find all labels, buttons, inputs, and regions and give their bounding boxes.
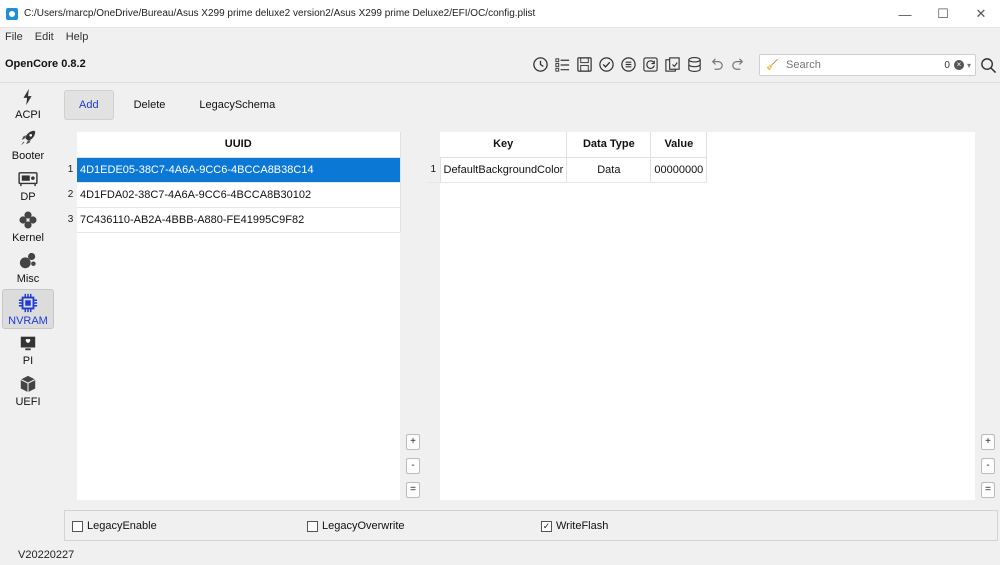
search-count: 0 [944,59,950,71]
bolt-icon [17,86,39,108]
misc-icon [17,250,39,272]
sidebar-item-nvram[interactable]: NVRAM [2,289,54,329]
app-icon [6,7,18,20]
cube-icon [17,373,39,395]
sidebar-item-label: NVRAM [8,315,48,327]
menu-help[interactable]: Help [66,31,89,43]
datatype-cell[interactable]: Data [566,157,652,183]
clear-icon[interactable]: × [953,60,964,70]
key-column-header[interactable]: Key [440,132,568,158]
key-cell[interactable]: DefaultBackgroundColor [440,157,568,183]
sidebar-item-pi[interactable]: PI [2,330,54,370]
writeflash-checkbox[interactable]: ✓ [541,520,552,532]
uuid-table: UUID 1 4D1EDE05-38C7-4A6A-9CC6-4BCCA8B38… [64,132,401,233]
search-icon[interactable] [978,54,998,76]
sidebar-item-label: Booter [11,150,45,162]
value-column-header[interactable]: Value [650,132,708,158]
maximize-button[interactable]: ☐ [924,0,962,28]
option-label: WriteFlash [556,520,609,532]
writeflash-option[interactable]: ✓ WriteFlash [541,520,608,532]
save-icon[interactable] [574,54,594,74]
tab-add[interactable]: Add [64,90,114,120]
table-corner [64,132,77,157]
menu-bar: File Edit Help [0,28,1000,46]
key-value-table: Key Data Type Value 1 DefaultBackgroundC… [427,132,708,183]
duplicate-row-button[interactable]: = [981,482,995,498]
table-row[interactable]: 3 7C436110-AB2A-4BBB-A880-FE41995C9F82 [64,207,401,233]
window-title: C:/Users/marcp/OneDrive/Bureau/Asus X299… [24,8,536,19]
option-label: LegacyOverwrite [322,520,405,532]
chevron-down-icon[interactable]: ▾ [967,61,971,70]
sidebar-item-label: Misc [16,273,40,285]
legacyoverwrite-checkbox[interactable] [307,520,318,532]
legacyenable-option[interactable]: LegacyEnable [72,520,157,532]
redo-icon[interactable] [728,54,748,74]
sidebar-item-booter[interactable]: Booter [2,125,54,165]
table-row[interactable]: 1 4D1EDE05-38C7-4A6A-9CC6-4BCCA8B38C14 [64,157,401,183]
table-corner [427,132,440,157]
title-bar: C:/Users/marcp/OneDrive/Bureau/Asus X299… [0,0,1000,28]
menu-file[interactable]: File [5,31,23,43]
add-row-button[interactable]: + [981,434,995,450]
add-row-button[interactable]: + [406,434,420,450]
close-button[interactable]: ✕ [962,0,1000,28]
sidebar-item-label: UEFI [15,396,41,408]
list-icon[interactable] [552,54,572,74]
sidebar-item-uefi[interactable]: UEFI [2,371,54,411]
nvram-tabs: Add Delete LegacySchema [64,89,295,121]
tab-delete[interactable]: Delete [120,90,180,120]
version-label: V20220227 [18,549,75,561]
list-circle-icon[interactable] [618,54,638,74]
menu-edit[interactable]: Edit [35,31,54,43]
remove-row-button[interactable]: - [981,458,995,474]
legacyenable-checkbox[interactable] [72,520,83,532]
toolbar: OpenCore 0.8.2 🧹 Search 0 × ▾ [0,46,1000,83]
sidebar-item-label: PI [22,355,34,367]
uuid-cell[interactable]: 7C436110-AB2A-4BBB-A880-FE41995C9F82 [77,207,401,233]
duplicate-row-button[interactable]: = [406,482,420,498]
tab-legacyschema[interactable]: LegacySchema [185,90,289,120]
kv-row-header-column [427,132,440,500]
export-icon[interactable] [662,54,682,74]
platform-icon [17,332,39,354]
sidebar-item-label: ACPI [15,109,41,121]
row-number: 3 [64,207,77,232]
refresh-icon[interactable] [640,54,660,74]
sidebar-item-dp[interactable]: DP [2,166,54,206]
clock-icon[interactable] [530,54,550,74]
key-value-panel [427,132,975,500]
gpu-icon [17,168,39,190]
row-number: 1 [427,157,441,183]
search-input[interactable] [786,59,926,71]
search-box: 🧹 0 × ▾ [759,54,976,76]
rocket-icon [17,127,39,149]
remove-row-button[interactable]: - [406,458,420,474]
kernel-icon [17,209,39,231]
sidebar-item-kernel[interactable]: Kernel [2,207,54,247]
check-circle-icon[interactable] [596,54,616,74]
table-row[interactable]: 1 DefaultBackgroundColor Data 00000000 [427,157,708,183]
row-number: 2 [64,182,77,207]
table-row[interactable]: 2 4D1FDA02-38C7-4A6A-9CC6-4BCCA8B30102 [64,182,401,208]
database-icon[interactable] [684,54,704,74]
sidebar-item-acpi[interactable]: ACPI [2,84,54,124]
chip-icon [17,292,39,314]
minimize-button[interactable]: — [886,0,924,28]
uuid-column-header[interactable]: UUID [77,132,401,158]
legacyoverwrite-option[interactable]: LegacyOverwrite [307,520,405,532]
sidebar-item-label: Kernel [12,232,44,244]
sidebar-item-misc[interactable]: Misc [2,248,54,288]
options-bar: LegacyEnable LegacyOverwrite ✓ WriteFlas… [64,510,998,541]
uuid-cell[interactable]: 4D1FDA02-38C7-4A6A-9CC6-4BCCA8B30102 [77,182,401,208]
undo-icon[interactable] [706,54,726,74]
sidebar-item-label: DP [20,191,36,203]
row-number: 1 [64,157,77,182]
option-label: LegacyEnable [87,520,157,532]
sidebar: ACPI Booter DP Kernel Misc NVRAM PI UEFI [0,84,58,544]
app-brand: OpenCore 0.8.2 [5,58,86,70]
datatype-column-header[interactable]: Data Type [566,132,652,158]
broom-icon[interactable]: 🧹 [766,60,780,71]
uuid-cell[interactable]: 4D1EDE05-38C7-4A6A-9CC6-4BCCA8B38C14 [77,157,401,183]
value-cell[interactable]: 00000000 [650,157,708,183]
